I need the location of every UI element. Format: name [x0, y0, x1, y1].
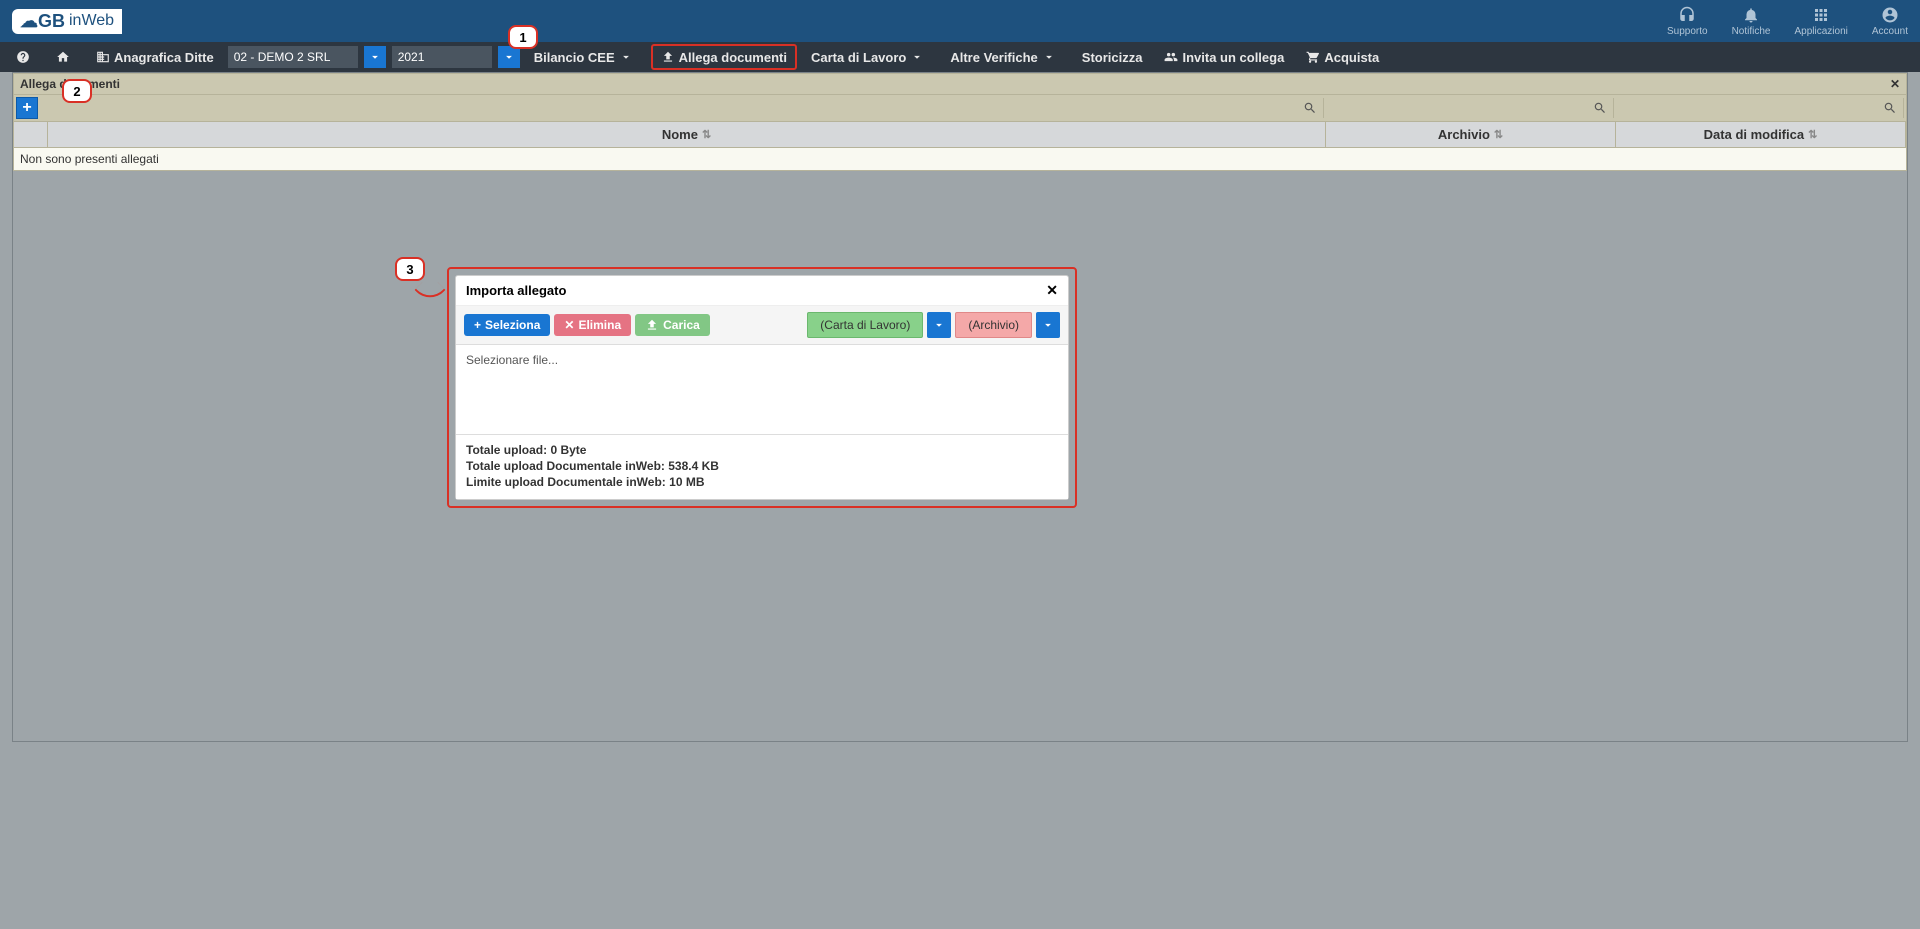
- import-modal: Importa allegato ✕ + Seleziona ✕ Elimina…: [455, 275, 1069, 500]
- upload-icon: [645, 318, 659, 332]
- content-inner: Allega documenti ✕ 2 + Nome ⇅: [12, 72, 1908, 742]
- brand-text: inWeb: [69, 12, 114, 30]
- company-dropdown[interactable]: 02 - DEMO 2 SRL: [228, 46, 358, 68]
- headphones-icon: [1678, 6, 1696, 24]
- modal-footer: Totale upload: 0 Byte Totale upload Docu…: [456, 435, 1068, 499]
- modal-close-button[interactable]: ✕: [1046, 282, 1058, 299]
- search-icon[interactable]: [1593, 101, 1607, 115]
- panel-header: Allega documenti ✕: [13, 73, 1907, 95]
- x-icon: ✕: [564, 318, 574, 332]
- chevron-down-icon: [932, 318, 946, 332]
- modal-highlight-frame: Importa allegato ✕ + Seleziona ✕ Elimina…: [447, 267, 1077, 508]
- callout-1: 1: [508, 25, 538, 49]
- account-button[interactable]: Account: [1872, 6, 1908, 37]
- filter-data[interactable]: [1614, 98, 1904, 118]
- carta-dropdown-chevron[interactable]: [927, 312, 951, 338]
- menu-bilancio-cee[interactable]: Bilancio CEE: [526, 42, 645, 72]
- seleziona-button[interactable]: + Seleziona: [464, 314, 550, 336]
- bell-icon: [1742, 6, 1760, 24]
- search-icon[interactable]: [1883, 101, 1897, 115]
- callout-2: 2: [62, 79, 92, 103]
- apps-grid-icon: [1812, 6, 1830, 24]
- sort-icon: ⇅: [1808, 128, 1817, 141]
- plus-icon: +: [22, 99, 31, 117]
- table-header-row: Nome ⇅ Archivio ⇅ Data di modifica ⇅: [13, 122, 1907, 148]
- limit-line: Limite upload Documentale inWeb: 10 MB: [466, 475, 1058, 489]
- menu-bar: Anagrafica Ditte 02 - DEMO 2 SRL 2021 Bi…: [0, 42, 1920, 72]
- year-dropdown[interactable]: 2021: [392, 46, 492, 68]
- total-upload-line: Totale upload: 0 Byte: [466, 443, 1058, 457]
- cart-icon: [1306, 50, 1320, 64]
- applications-button[interactable]: Applicazioni: [1794, 6, 1847, 37]
- tag-archivio[interactable]: (Archivio): [955, 312, 1032, 338]
- building-icon: [96, 50, 110, 64]
- empty-state-message: Non sono presenti allegati: [13, 148, 1907, 171]
- file-placeholder: Selezionare file...: [466, 353, 558, 367]
- panel-close-button[interactable]: ✕: [1890, 77, 1900, 91]
- add-row: +: [13, 95, 1907, 122]
- add-attachment-button[interactable]: +: [16, 97, 38, 119]
- menu-anagrafica-ditte[interactable]: Anagrafica Ditte: [88, 42, 222, 72]
- company-dropdown-chevron[interactable]: [364, 46, 386, 68]
- elimina-button[interactable]: ✕ Elimina: [554, 314, 631, 336]
- logo-cloud-icon: ☁GB: [20, 11, 65, 32]
- top-header: ☁GB inWeb Supporto Notifiche Applicazion…: [0, 0, 1920, 42]
- column-header-nome[interactable]: Nome ⇅: [48, 122, 1326, 147]
- filter-nome[interactable]: [38, 98, 1324, 118]
- sort-icon: ⇅: [1494, 128, 1503, 141]
- chevron-down-icon: [619, 50, 633, 64]
- column-header-archivio[interactable]: Archivio ⇅: [1326, 122, 1616, 147]
- callout-3: 3: [395, 257, 425, 281]
- menu-allega-documenti[interactable]: Allega documenti: [651, 44, 797, 70]
- year-dropdown-chevron[interactable]: [498, 46, 520, 68]
- content-wrapper: 1 Allega documenti ✕ 2 + Nome: [0, 72, 1920, 929]
- users-icon: [1164, 50, 1178, 64]
- chevron-down-icon: [1041, 318, 1055, 332]
- tag-carta-di-lavoro[interactable]: (Carta di Lavoro): [807, 312, 923, 338]
- menu-carta-di-lavoro[interactable]: Carta di Lavoro: [803, 42, 936, 72]
- menu-acquista[interactable]: Acquista: [1298, 42, 1387, 72]
- help-button[interactable]: [8, 42, 42, 72]
- chevron-down-icon: [368, 50, 382, 64]
- total-doc-line: Totale upload Documentale inWeb: 538.4 K…: [466, 459, 1058, 473]
- question-icon: [16, 50, 30, 64]
- home-icon: [56, 50, 70, 64]
- header-blank: [14, 122, 48, 147]
- menu-altre-verifiche[interactable]: Altre Verifiche: [942, 42, 1067, 72]
- plus-icon: +: [474, 318, 481, 332]
- archivio-dropdown-chevron[interactable]: [1036, 312, 1060, 338]
- logo[interactable]: ☁GB inWeb: [12, 9, 122, 34]
- modal-title: Importa allegato: [466, 283, 566, 298]
- notifications-button[interactable]: Notifiche: [1732, 6, 1771, 37]
- home-button[interactable]: [48, 42, 82, 72]
- column-header-data-modifica[interactable]: Data di modifica ⇅: [1616, 122, 1906, 147]
- chevron-down-icon: [502, 50, 516, 64]
- user-circle-icon: [1881, 6, 1899, 24]
- modal-toolbar: + Seleziona ✕ Elimina Carica (Carta di L…: [456, 306, 1068, 345]
- chevron-down-icon: [910, 50, 924, 64]
- support-button[interactable]: Supporto: [1667, 6, 1708, 37]
- chevron-down-icon: [1042, 50, 1056, 64]
- carica-button[interactable]: Carica: [635, 314, 710, 336]
- modal-header: Importa allegato ✕: [456, 276, 1068, 306]
- search-icon[interactable]: [1303, 101, 1317, 115]
- menu-storicizza[interactable]: Storicizza: [1074, 42, 1151, 72]
- filter-archivio[interactable]: [1324, 98, 1614, 118]
- header-icons: Supporto Notifiche Applicazioni Account: [1667, 6, 1908, 37]
- upload-icon: [661, 50, 675, 64]
- modal-body[interactable]: Selezionare file...: [456, 345, 1068, 435]
- menu-invita-collega[interactable]: Invita un collega: [1156, 42, 1292, 72]
- sort-icon: ⇅: [702, 128, 711, 141]
